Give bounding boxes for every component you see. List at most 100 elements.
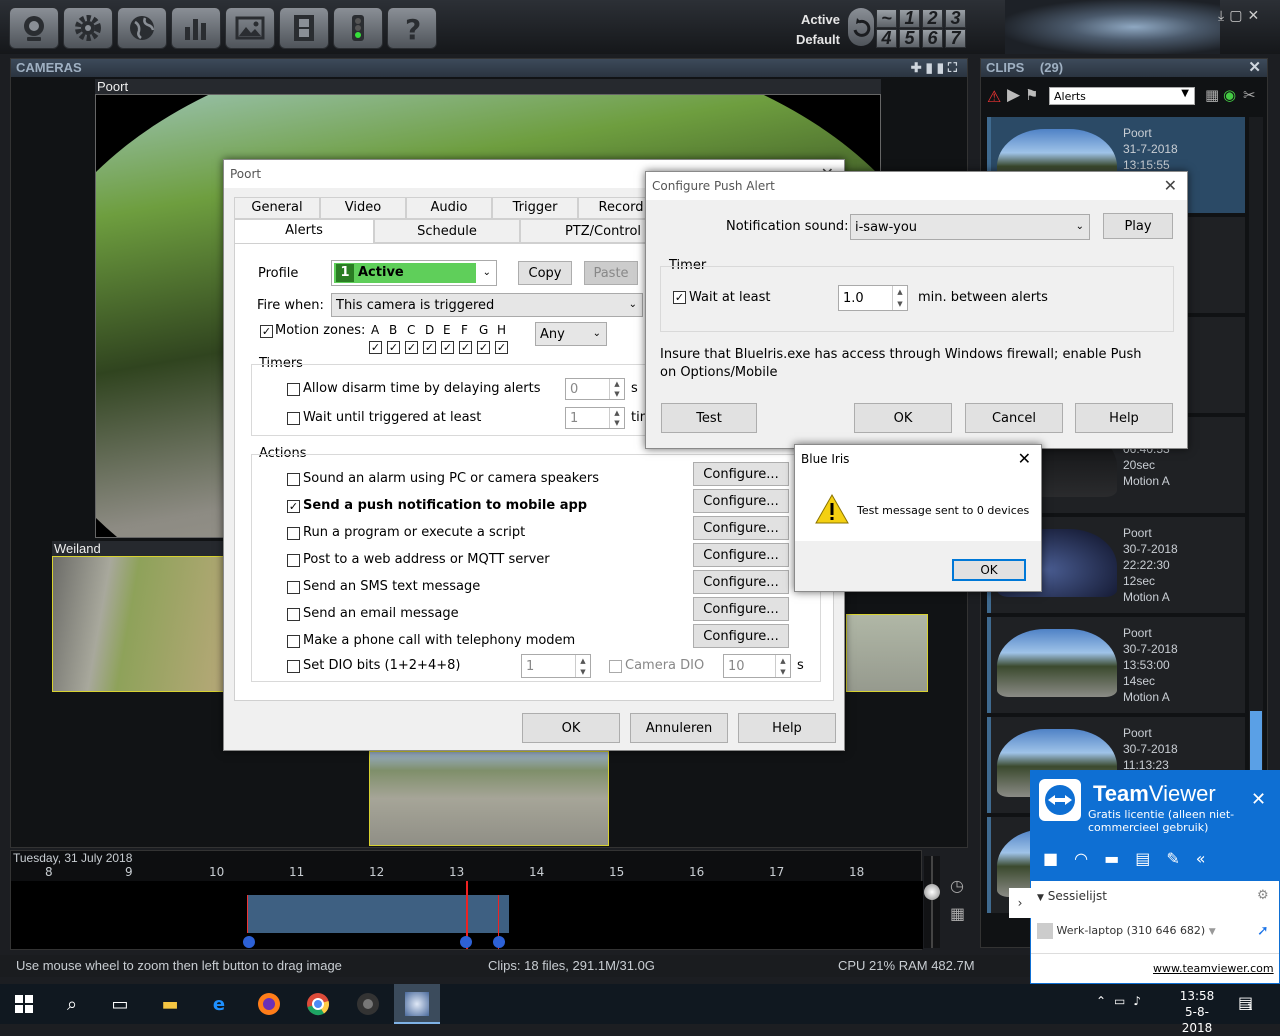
wait-input[interactable]: 1.0 ▲ ▼ — [838, 285, 908, 311]
action-checkbox[interactable] — [287, 473, 300, 486]
search-icon[interactable]: ⌕ — [58, 990, 86, 1018]
ok-button[interactable]: OK — [952, 559, 1026, 581]
sound-select[interactable]: i-saw-you ⌄ — [850, 214, 1090, 240]
motion-icon[interactable] — [243, 936, 255, 948]
configure-button[interactable]: Configure... — [693, 624, 789, 648]
image-icon[interactable] — [225, 7, 275, 49]
collapse-icon[interactable]: « — [1196, 849, 1222, 868]
clock-icon[interactable]: ◷ — [950, 876, 964, 895]
configure-button[interactable]: Configure... — [693, 516, 789, 540]
bar-chart-icon[interactable] — [171, 7, 221, 49]
settings-icon[interactable]: ⚙ — [1257, 888, 1269, 903]
wait-checkbox[interactable]: ✓ — [673, 291, 686, 304]
chrome-icon[interactable] — [304, 990, 332, 1018]
ok-button[interactable]: OK — [854, 403, 952, 433]
timeline-clip-block[interactable] — [247, 895, 509, 933]
profile-key[interactable]: 2 — [922, 8, 943, 28]
configure-button[interactable]: Configure... — [693, 543, 789, 567]
action-checkbox[interactable] — [287, 527, 300, 540]
profile-key[interactable]: 1 — [899, 8, 920, 28]
close-icon[interactable]: ✕ — [1164, 172, 1177, 200]
flag-icon[interactable]: ⚑ — [1025, 86, 1038, 104]
tab-audio[interactable]: Audio — [406, 197, 492, 219]
refresh-icon[interactable] — [848, 8, 874, 46]
spin-arrows-icon[interactable]: ▲ ▼ — [575, 655, 590, 677]
tray-icons[interactable]: ⌃▭♪ — [1096, 994, 1149, 1008]
help-button[interactable]: Help — [1075, 403, 1173, 433]
session-list-header[interactable]: ▼ Sessielijst — [1037, 889, 1107, 903]
tab-trigger[interactable]: Trigger — [492, 197, 578, 219]
taskbar-clock[interactable]: 13:58 5-8-2018 — [1172, 988, 1222, 1036]
clips-filter-select[interactable]: Alerts ▼ — [1049, 87, 1195, 105]
tools-icon[interactable]: ✂ — [1243, 86, 1256, 104]
cancel-button[interactable]: Annuleren — [630, 713, 728, 743]
action-checkbox[interactable] — [287, 608, 300, 621]
blue-iris-taskbar-icon[interactable] — [394, 984, 440, 1024]
camera-dio-checkbox[interactable] — [609, 660, 622, 673]
files-icon[interactable]: ▤ — [1135, 849, 1166, 868]
slider-handle[interactable] — [924, 884, 940, 900]
profile-key[interactable]: 3 — [945, 8, 966, 28]
motion-icon[interactable] — [460, 936, 472, 948]
session-device[interactable]: Werk-laptop (310 646 682) ▼ — [1037, 923, 1216, 939]
tab-alerts[interactable]: Alerts — [234, 219, 374, 245]
profile-key[interactable]: 5 — [899, 28, 920, 48]
tab-video[interactable]: Video — [320, 197, 406, 219]
test-button[interactable]: Test — [661, 403, 757, 433]
headset-icon[interactable]: ◠ — [1074, 849, 1104, 868]
spin-arrows-icon[interactable]: ▲ ▼ — [775, 655, 790, 677]
file-explorer-icon[interactable]: ▬ — [156, 990, 184, 1018]
profile-key[interactable]: 6 — [922, 28, 943, 48]
dio-checkbox[interactable] — [287, 660, 300, 673]
film-icon[interactable] — [279, 7, 329, 49]
help-icon[interactable]: ? — [387, 7, 437, 49]
tab-general[interactable]: General — [234, 197, 320, 219]
clip-item[interactable]: Poort 30-7-2018 13:53:00 14sec Motion A — [987, 617, 1245, 713]
minimize-icon[interactable]: ⤓ — [1218, 8, 1229, 24]
play-button[interactable]: Play — [1103, 213, 1173, 239]
gear-icon[interactable] — [63, 7, 113, 49]
firefox-icon[interactable] — [255, 990, 283, 1018]
profile-key[interactable]: 4 — [876, 28, 897, 48]
webcam-icon[interactable] — [9, 7, 59, 49]
camera-icon[interactable]: ◉ — [1223, 86, 1236, 104]
help-button[interactable]: Help — [738, 713, 836, 743]
dio-bits-input[interactable]: 1 ▲ ▼ — [521, 654, 591, 678]
action-checkbox[interactable] — [287, 635, 300, 648]
notifications-icon[interactable]: ▤ 1 — [1238, 993, 1253, 1013]
action-checkbox[interactable] — [287, 581, 300, 594]
expand-icon[interactable]: › — [1009, 888, 1031, 918]
windows-start-icon[interactable] — [10, 990, 38, 1018]
timeline-track[interactable] — [11, 881, 923, 949]
video-icon[interactable]: ■ — [1043, 849, 1074, 868]
dio-seconds-input[interactable]: 10 ▲ ▼ — [723, 654, 791, 678]
close-icon[interactable]: ✕ — [1248, 59, 1261, 77]
chat-icon[interactable]: ▬ — [1104, 849, 1135, 868]
layout-icons[interactable]: ✚▮▮⛶ — [911, 59, 961, 77]
camera-view-thumb[interactable] — [846, 614, 928, 692]
close-icon[interactable]: ✕ — [1018, 445, 1031, 473]
close-icon[interactable]: ✕ — [1251, 789, 1266, 810]
calendar-icon[interactable]: ▦ — [950, 904, 965, 923]
teamviewer-link[interactable]: www.teamviewer.com — [1153, 962, 1274, 975]
ok-button[interactable]: OK — [522, 713, 620, 743]
cancel-button[interactable]: Cancel — [965, 403, 1063, 433]
camera-app-icon[interactable] — [354, 990, 382, 1018]
motion-icon[interactable] — [493, 936, 505, 948]
internet-explorer-icon[interactable]: e — [205, 990, 233, 1018]
tab-schedule[interactable]: Schedule — [374, 219, 520, 243]
configure-button[interactable]: Configure... — [693, 570, 789, 594]
spin-arrows-icon[interactable]: ▲ ▼ — [892, 286, 907, 310]
action-checkbox[interactable]: ✓ — [287, 500, 300, 513]
profile-key[interactable]: 7 — [945, 28, 966, 48]
zoom-slider[interactable] — [924, 856, 940, 948]
connect-arrow-icon[interactable]: ➚ — [1257, 923, 1269, 939]
alert-icon[interactable]: ⚠ — [987, 87, 1001, 106]
configure-button[interactable]: Configure... — [693, 462, 789, 486]
maximize-icon[interactable]: ▢ — [1229, 8, 1247, 24]
close-icon[interactable]: ✕ — [1247, 8, 1264, 24]
camera-view-weiland[interactable] — [52, 556, 224, 692]
calendar-icon[interactable]: ▦ — [1205, 86, 1219, 104]
configure-button[interactable]: Configure... — [693, 597, 789, 621]
traffic-light-icon[interactable] — [333, 7, 383, 49]
